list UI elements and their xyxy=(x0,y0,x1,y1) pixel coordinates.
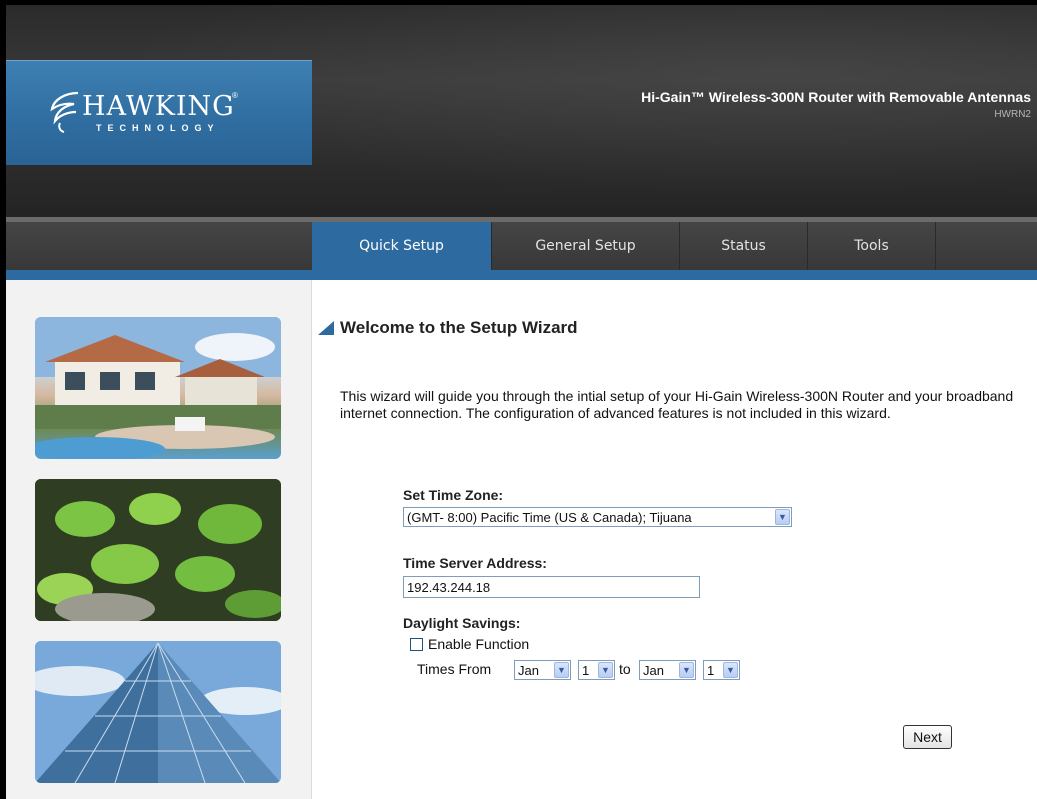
tab-label: General Setup xyxy=(535,238,636,254)
logo: HAWKING ® TECHNOLOGY xyxy=(6,60,312,165)
daylight-savings-label: Daylight Savings: xyxy=(403,615,521,631)
from-day-select[interactable]: 1 ▼ xyxy=(578,660,615,680)
logo-subtitle: TECHNOLOGY xyxy=(96,123,220,133)
house-photo xyxy=(35,317,281,459)
time-zone-select[interactable]: (GMT- 8:00) Pacific Time (US & Canada); … xyxy=(403,507,792,527)
enable-function-checkbox[interactable] xyxy=(410,637,423,651)
building-illustration xyxy=(35,641,281,783)
next-button-label: Next xyxy=(913,729,942,745)
page-title: Welcome to the Setup Wizard xyxy=(340,318,578,337)
time-zone-value: (GMT- 8:00) Pacific Time (US & Canada); … xyxy=(407,509,692,525)
to-month-value: Jan xyxy=(643,662,664,678)
product-model: HWRN2 xyxy=(994,109,1031,120)
nav-tabs: Quick Setup General Setup Status Tools xyxy=(312,222,936,270)
chevron-down-icon[interactable]: ▼ xyxy=(775,509,790,525)
time-server-label: Time Server Address: xyxy=(403,555,547,571)
registered-mark: ® xyxy=(232,91,238,100)
from-month-select[interactable]: Jan ▼ xyxy=(514,660,571,680)
product-title: Hi-Gain™ Wireless-300N Router with Remov… xyxy=(641,89,1031,105)
header: HAWKING ® TECHNOLOGY Hi-Gain™ Wireless-3… xyxy=(6,5,1037,220)
building-photo xyxy=(35,641,281,783)
tab-label: Tools xyxy=(854,238,889,254)
tab-general-setup[interactable]: General Setup xyxy=(492,222,680,270)
to-day-select[interactable]: 1 ▼ xyxy=(703,660,740,680)
from-day-value: 1 xyxy=(582,662,590,678)
nav-underline xyxy=(6,270,1037,280)
chevron-down-icon[interactable]: ▼ xyxy=(723,662,738,678)
daylight-times-row: Times From Jan ▼ 1 ▼ to Jan ▼ 1 ▼ xyxy=(417,658,757,682)
to-day-value: 1 xyxy=(707,662,715,678)
from-month-value: Jan xyxy=(518,662,539,678)
main-content: Welcome to the Setup Wizard This wizard … xyxy=(313,280,1037,799)
pond-photo xyxy=(35,479,281,621)
main-nav: Quick Setup General Setup Status Tools xyxy=(6,222,1037,270)
triangle-icon xyxy=(318,321,334,335)
tab-label: Quick Setup xyxy=(359,238,444,254)
time-zone-label: Set Time Zone: xyxy=(403,487,504,503)
pond-illustration xyxy=(35,479,281,621)
chevron-down-icon[interactable]: ▼ xyxy=(598,662,613,678)
enable-function-label: Enable Function xyxy=(428,636,530,652)
tab-status[interactable]: Status xyxy=(680,222,808,270)
enable-function-row: Enable Function xyxy=(410,636,529,652)
next-button[interactable]: Next xyxy=(903,725,952,749)
time-server-input[interactable]: 192.43.244.18 xyxy=(403,576,700,598)
time-server-value: 192.43.244.18 xyxy=(407,579,491,595)
intro-paragraph: This wizard will guide you through the i… xyxy=(340,388,1014,421)
house-illustration xyxy=(35,317,281,459)
times-from-label: Times From xyxy=(417,661,492,677)
tab-quick-setup[interactable]: Quick Setup xyxy=(312,222,492,270)
to-label: to xyxy=(619,661,631,677)
chevron-down-icon[interactable]: ▼ xyxy=(554,662,569,678)
router-admin-page: HAWKING ® TECHNOLOGY Hi-Gain™ Wireless-3… xyxy=(0,0,1037,799)
tab-tools[interactable]: Tools xyxy=(808,222,936,270)
sidebar xyxy=(6,280,312,799)
tab-label: Status xyxy=(721,238,766,254)
chevron-down-icon[interactable]: ▼ xyxy=(679,662,694,678)
to-month-select[interactable]: Jan ▼ xyxy=(639,660,696,680)
logo-wordmark: HAWKING xyxy=(82,91,235,122)
